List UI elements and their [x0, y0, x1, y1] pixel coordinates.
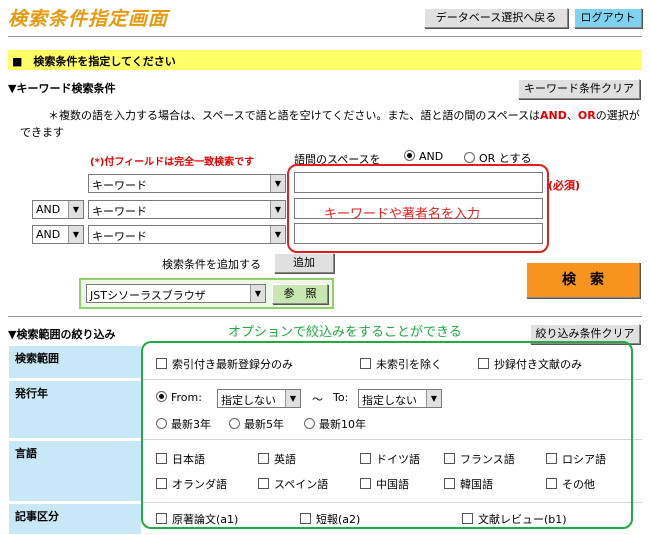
field-select-3[interactable]: キーワード ▼ [88, 225, 286, 244]
chevron-down-icon: ▼ [68, 226, 83, 243]
help-sep: 、 [566, 109, 578, 122]
operator-value: AND [36, 228, 61, 241]
add-condition-label: 検索条件を追加する [162, 258, 261, 271]
operator-value: AND [36, 203, 61, 216]
field-select-1[interactable]: キーワード ▼ [88, 174, 286, 193]
keyword-section-title: ▼キーワード検索条件 [8, 82, 116, 95]
chevron-down-icon: ▼ [68, 201, 83, 218]
space-and-label: AND [419, 150, 444, 163]
help-text-2: の選択が [595, 109, 640, 122]
filter-callout-frame [141, 341, 633, 529]
operator-select-3[interactable]: AND ▼ [32, 225, 84, 244]
keyword-callout-text: キーワードや著者名を入力 [324, 207, 481, 222]
filter-section-title: ▼検索範囲の絞り込み [8, 328, 116, 341]
chevron-down-icon: ▼ [250, 285, 265, 302]
help-text-3: できます [20, 126, 64, 139]
back-to-database-button[interactable]: データベース選択へ戻る [424, 8, 568, 28]
space-and-option[interactable]: AND [404, 150, 443, 163]
instruction-banner: ■ 検索条件を指定してください [8, 50, 642, 70]
article-type-label: 記事区分 [8, 503, 142, 535]
add-condition-button[interactable]: 追加 [274, 253, 334, 273]
chevron-down-icon: ▼ [270, 175, 285, 192]
field-select-2[interactable]: キーワード ▼ [88, 200, 286, 219]
year-label: 発行年 [8, 380, 142, 439]
logout-button[interactable]: ログアウト [574, 8, 642, 28]
page-title: 検索条件指定画面 [8, 8, 169, 30]
thesaurus-select[interactable]: JSTシソーラスブラウザ ▼ [86, 284, 266, 303]
thesaurus-select-value: JSTシソーラスブラウザ [90, 289, 206, 302]
field-select-value: キーワード [92, 179, 147, 192]
thesaurus-reference-button[interactable]: 参 照 [272, 284, 328, 304]
keyword-help-note: ＊複数の語を入力する場合は、スペースで語と語を空けてください。また、語と語の間の… [48, 108, 648, 124]
operator-select-2[interactable]: AND ▼ [32, 200, 84, 219]
keyword-clear-button[interactable]: キーワード条件クリア [518, 79, 640, 99]
required-label: (必須) [548, 179, 581, 192]
filter-callout-text: オプションで絞込みをすることができる [228, 325, 462, 340]
section-divider [8, 316, 642, 317]
language-label: 言語 [8, 440, 142, 502]
space-or-radio[interactable] [464, 152, 475, 163]
field-select-value: キーワード [92, 205, 147, 218]
space-and-radio[interactable] [404, 150, 415, 161]
header-divider [8, 36, 642, 37]
help-and: AND [540, 109, 567, 122]
chevron-down-icon: ▼ [270, 226, 285, 243]
help-or: OR [577, 109, 596, 122]
help-text: ＊複数の語を入力する場合は、スペースで語と語を空けてください。また、語と語の間の… [48, 109, 541, 122]
search-button[interactable]: 検 索 [526, 262, 640, 298]
field-select-value: キーワード [92, 230, 147, 243]
scope-label: 検索範囲 [8, 345, 142, 379]
exact-match-note: (*)付フィールドは完全一致検索です [90, 157, 255, 168]
chevron-down-icon: ▼ [270, 201, 285, 218]
